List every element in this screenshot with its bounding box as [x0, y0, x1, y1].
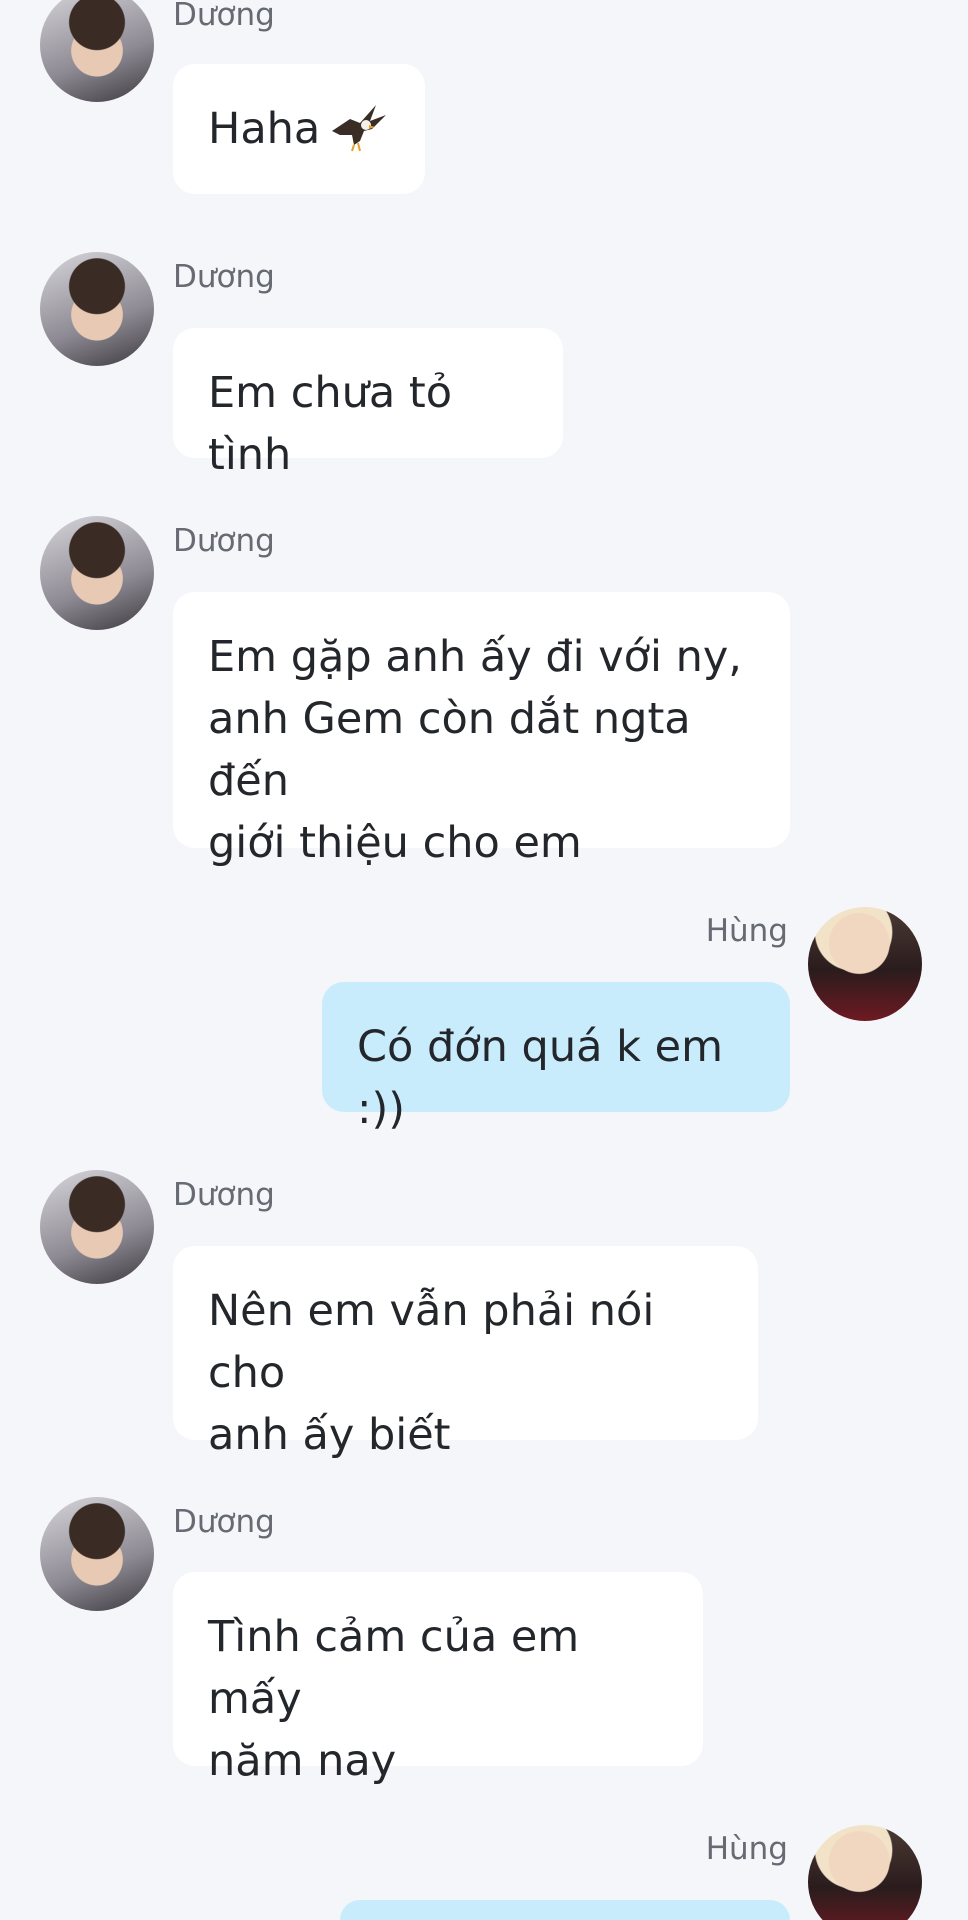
- eagle-emoji-icon: [332, 105, 387, 152]
- message-text: anh Gem còn dắt ngta đến: [208, 694, 691, 806]
- sender-name: Dương: [173, 1504, 275, 1540]
- message-text: giới thiệu cho em: [208, 818, 582, 868]
- message-text: Haha: [208, 98, 389, 160]
- avatar-hung[interactable]: [808, 907, 922, 1021]
- avatar-hung[interactable]: [808, 1825, 922, 1920]
- message-text: Em chưa tỏ tình: [208, 368, 453, 480]
- message-bubble[interactable]: Em chưa tỏ tình: [173, 328, 563, 480]
- avatar-duong[interactable]: [40, 1170, 154, 1284]
- message-bubble[interactable]: Em gặp anh ấy đi với ny, anh Gem còn dắt…: [173, 592, 790, 868]
- chat-thread: Dương Haha Dương Em chưa tỏ tình Dương E…: [0, 0, 968, 1920]
- message-text: Tình cảm của em mấy: [208, 1612, 580, 1724]
- sender-name: Dương: [173, 259, 275, 295]
- sender-name: Hùng: [705, 1831, 788, 1867]
- message-bubble-outgoing[interactable]: Có đớn quá k em :)): [322, 982, 790, 1134]
- message-bubble[interactable]: Nên em vẫn phải nói cho anh ấy biết: [173, 1246, 758, 1460]
- sender-name: Hùng: [705, 913, 788, 949]
- message-bubble-outgoing[interactable]: [340, 1900, 790, 1920]
- avatar-duong[interactable]: [40, 0, 154, 102]
- sender-name: Dương: [173, 523, 275, 559]
- avatar-duong[interactable]: [40, 516, 154, 630]
- message-text: năm nay: [208, 1736, 397, 1786]
- avatar-duong[interactable]: [40, 1497, 154, 1611]
- message-text: Nên em vẫn phải nói cho: [208, 1286, 655, 1398]
- message-text: anh ấy biết: [208, 1410, 451, 1460]
- message-text: Có đớn quá k em :)): [357, 1022, 724, 1134]
- sender-name: Dương: [173, 1177, 275, 1213]
- message-bubble[interactable]: Tình cảm của em mấy năm nay: [173, 1572, 703, 1786]
- message-text: Em gặp anh ấy đi với ny,: [208, 632, 742, 682]
- sender-name: Dương: [173, 0, 275, 33]
- avatar-duong[interactable]: [40, 252, 154, 366]
- message-bubble[interactable]: Haha: [173, 64, 425, 194]
